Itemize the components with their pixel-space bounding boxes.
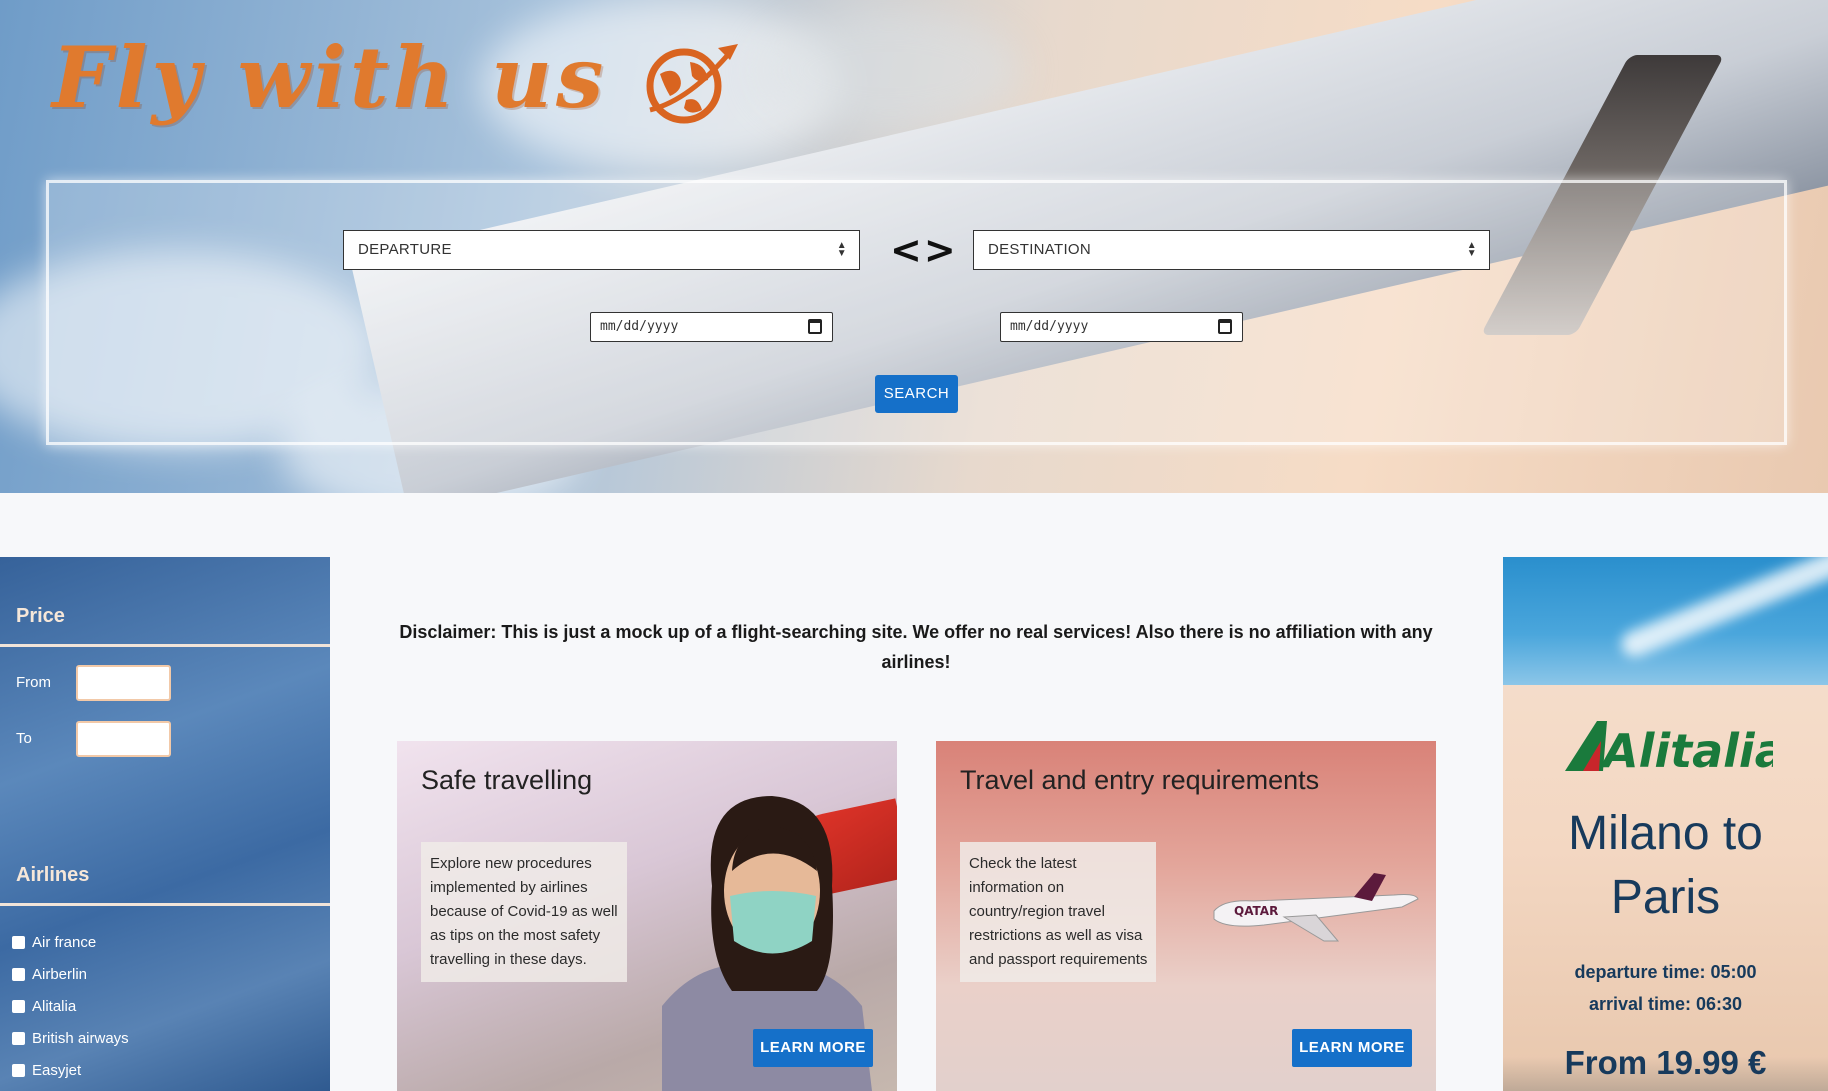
hero-banner: Fly with us DEPARTURE ▲ ▼ <> DESTINATION … [0,0,1828,493]
alitalia-ad[interactable]: Alitalia Milano to Paris departure time:… [1503,557,1828,1091]
airline-checkbox-airberlin[interactable]: Airberlin [12,966,87,983]
ad-route: Milano to Paris [1503,802,1828,930]
airline-label: Air france [32,934,97,951]
airline-label: British airways [32,1030,129,1047]
ad-route-line: Milano to [1568,807,1763,860]
select-arrow-icon: ▲ ▼ [1466,240,1477,259]
price-to-input[interactable] [76,721,171,757]
departure-select-label: DEPARTURE [358,241,452,258]
learn-more-button[interactable]: LEARN MORE [1292,1029,1412,1067]
departure-date-input[interactable]: mm/dd/yyyy [590,312,833,342]
card-text-line: information on [969,879,1065,896]
departure-date-placeholder: mm/dd/yyyy [600,319,679,334]
card-text-line: as tips on the most safety [430,927,601,944]
airplane-icon: QATAR [1213,873,1419,942]
price-to-label: To [16,730,32,747]
departure-select[interactable]: DEPARTURE ▲ ▼ [343,230,860,270]
site-title: Fly with us [52,28,608,127]
calendar-icon[interactable] [1218,319,1232,334]
ad-route-line: Paris [1610,871,1721,924]
card-text-line: implemented by airlines [430,879,588,896]
airline-label: Alitalia [32,998,77,1015]
svg-text:QATAR: QATAR [1234,904,1278,918]
safe-travelling-card: Safe travelling Explore new procedures i… [397,741,897,1091]
cloud-decoration [760,10,1020,130]
card-title: Safe travelling [421,765,593,795]
checkbox-icon[interactable] [12,968,25,981]
card-text-line: restrictions as well as visa [969,927,1143,944]
ad-departure-time: departure time: 05:00 [1574,962,1757,982]
swap-direction-icon[interactable]: <> [890,228,958,272]
price-heading: Price [16,605,65,627]
divider [0,644,330,647]
airline-checkbox-air-france[interactable]: Air france [12,934,96,951]
contrail-decoration [1617,557,1828,661]
price-from-label: From [16,674,51,691]
destination-select[interactable]: DESTINATION ▲ ▼ [973,230,1490,270]
card-text-line: and passport requirements [969,951,1148,968]
card-text-line: Explore new procedures [430,855,592,872]
card-text-line: travelling in these days. [430,951,587,968]
destination-select-label: DESTINATION [988,241,1092,258]
search-button[interactable]: SEARCH [875,375,958,413]
checkbox-icon[interactable] [12,1064,25,1077]
airline-checkbox-alitalia[interactable]: Alitalia [12,998,76,1015]
card-text-line: Check the latest [969,855,1077,872]
return-date-input[interactable]: mm/dd/yyyy [1000,312,1243,342]
price-from-input[interactable] [76,665,171,701]
card-description: Explore new procedures implemented by ai… [421,842,627,982]
airline-checkbox-british-airways[interactable]: British airways [12,1030,129,1047]
card-text-line: because of Covid-19 as well [430,903,618,920]
airlines-heading: Airlines [16,864,90,886]
airline-label: Airberlin [32,966,88,983]
checkbox-icon[interactable] [12,1000,25,1013]
divider [0,903,330,906]
calendar-icon[interactable] [808,319,822,334]
ad-price: From 19.99 € [1564,1044,1767,1081]
airline-checkbox-easyjet[interactable]: Easyjet [12,1062,81,1079]
alitalia-logo: Alitalia [1565,721,1773,773]
globe-plane-icon [646,44,738,124]
ad-sky-image [1503,557,1828,685]
alitalia-logo-text: Alitalia [1600,724,1773,773]
ad-arrival-time: arrival time: 06:30 [1588,994,1743,1014]
learn-more-button[interactable]: LEARN MORE [753,1029,873,1067]
checkbox-icon[interactable] [12,936,25,949]
card-description: Check the latest information on country/… [960,842,1157,982]
return-date-placeholder: mm/dd/yyyy [1010,319,1089,334]
airline-label: Easyjet [32,1062,82,1079]
card-text-line: country/region travel [969,903,1105,920]
select-arrow-icon: ▲ ▼ [836,240,847,259]
travel-requirements-card: QATAR Travel and entry requirements Chec… [936,741,1436,1091]
checkbox-icon[interactable] [12,1032,25,1045]
filter-sidebar: Price From To Airlines Air france Airber… [0,557,330,1091]
card-title: Travel and entry requirements [960,765,1320,795]
disclaimer-text: Disclaimer: This is just a mock up of a … [399,622,1433,672]
